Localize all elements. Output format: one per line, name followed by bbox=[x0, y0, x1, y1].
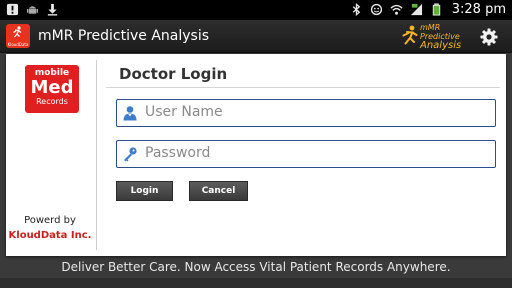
brand-line-1: mMR Predictive bbox=[420, 23, 460, 41]
logo-line-3: Records bbox=[36, 97, 68, 106]
username-field[interactable] bbox=[116, 99, 496, 127]
download-icon bbox=[47, 3, 58, 16]
clock: 3:28 pm bbox=[451, 2, 506, 17]
cancel-button[interactable]: Cancel bbox=[189, 181, 248, 201]
page-title: Doctor Login bbox=[119, 65, 228, 83]
wifi-icon bbox=[390, 4, 403, 15]
powered-by-label: Powerd by bbox=[24, 215, 76, 226]
app-logo-caption: KloudData bbox=[7, 42, 29, 47]
user-icon bbox=[123, 106, 137, 121]
key-icon bbox=[124, 147, 137, 162]
status-bar: 3:28 pm bbox=[0, 0, 512, 20]
app-title: mMR Predictive Analysis bbox=[38, 28, 210, 44]
title-divider bbox=[106, 87, 500, 88]
runner-logo-icon bbox=[402, 25, 418, 45]
battery-icon bbox=[432, 3, 440, 16]
mobile-med-records-logo: mobile Med Records bbox=[25, 65, 79, 113]
username-input[interactable] bbox=[145, 102, 485, 122]
login-card: mobile Med Records Powerd by KloudData I… bbox=[6, 54, 506, 256]
brand-logo: mMR Predictive Analysis bbox=[400, 23, 466, 51]
signal-icon bbox=[410, 3, 422, 16]
gear-icon[interactable] bbox=[480, 28, 498, 46]
password-input[interactable] bbox=[145, 143, 485, 163]
do-not-disturb-icon bbox=[370, 3, 382, 16]
tagline: Deliver Better Care. Now Access Vital Pa… bbox=[61, 260, 451, 274]
sidebar-divider bbox=[96, 60, 97, 250]
alert-icon bbox=[6, 3, 19, 16]
bluetooth-icon bbox=[352, 3, 361, 16]
app-logo[interactable]: KloudData bbox=[6, 24, 30, 48]
usb-debugging-icon bbox=[26, 6, 39, 14]
brand-line-2: Analysis bbox=[420, 40, 462, 51]
runner-icon bbox=[13, 26, 22, 38]
login-button[interactable]: Login bbox=[116, 181, 173, 201]
password-field[interactable] bbox=[116, 140, 496, 168]
bottom-band bbox=[0, 278, 512, 288]
company-name: KloudData Inc. bbox=[8, 230, 92, 241]
logo-line-2: Med bbox=[30, 77, 74, 98]
